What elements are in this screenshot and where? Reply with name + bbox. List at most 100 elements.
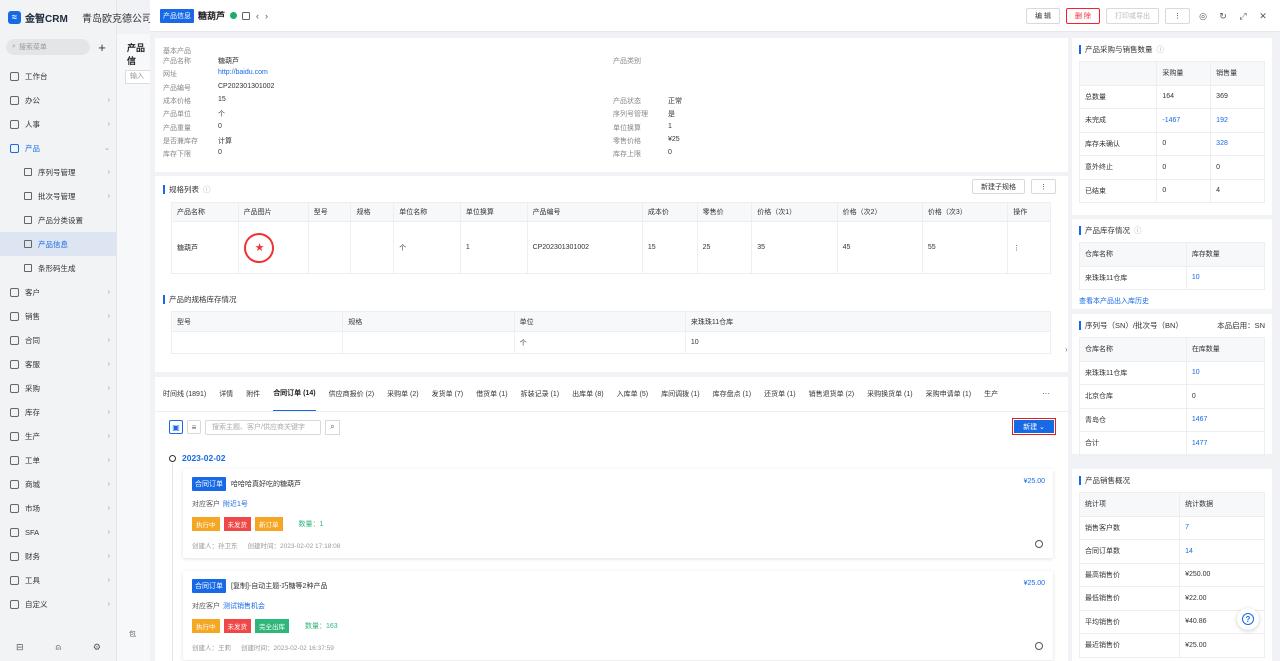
sales-overview-title: 产品销售概况: [1079, 475, 1265, 486]
sidebar-item[interactable]: 条形码生成: [0, 256, 116, 280]
tabs-more-icon[interactable]: ⋯: [1042, 389, 1050, 398]
bg-checkbox-label[interactable]: 包: [129, 629, 136, 639]
tab-15[interactable]: 采购换货单 (1): [867, 377, 913, 411]
settings-icon[interactable]: ⚙: [93, 642, 101, 653]
sidebar-item[interactable]: 采购 ›: [0, 376, 116, 400]
collapse-panel-icon[interactable]: ›: [1065, 345, 1072, 365]
sidebar-item[interactable]: 客服 ›: [0, 352, 116, 376]
sidebar-item[interactable]: 产品分类设置: [0, 208, 116, 232]
sidebar-item[interactable]: 销售 ›: [0, 304, 116, 328]
fullscreen-icon[interactable]: ⤢: [1236, 9, 1250, 23]
tab-12[interactable]: 库存盘点 (1): [713, 377, 752, 411]
menu-item-icon: [10, 455, 19, 465]
sidebar-item[interactable]: 序列号管理 ›: [0, 160, 116, 184]
sidebar-item-label: 商城: [25, 479, 40, 489]
bg-input[interactable]: 输入: [125, 70, 151, 84]
settings-icon[interactable]: ◎: [1196, 9, 1210, 23]
qrcode-icon[interactable]: [242, 11, 251, 20]
order-title[interactable]: 哈哈哈真好吃的糖葫芦: [231, 479, 301, 489]
sidebar-item[interactable]: 工具 ›: [0, 568, 116, 592]
tab-10[interactable]: 入库单 (5): [617, 377, 649, 411]
search-icon[interactable]: ⌕: [325, 419, 340, 435]
comment-icon[interactable]: [1035, 540, 1043, 548]
close-icon[interactable]: ✕: [1256, 9, 1270, 23]
sidebar-item[interactable]: 产品 ⌄: [0, 136, 116, 160]
order-card[interactable]: 合同订单 哈哈哈真好吃的糖葫芦 ¥25.00 对应客户 附近1号 执行中 未发货 新订单 数量：…: [183, 469, 1053, 558]
table-cell[interactable]: 14: [1179, 539, 1265, 564]
menu-search-input[interactable]: ⌕ 搜索菜单: [6, 39, 90, 55]
refresh-icon[interactable]: ↻: [1216, 9, 1230, 23]
sidebar-item[interactable]: SFA ›: [0, 520, 116, 544]
sidebar-item[interactable]: 库存 ›: [0, 400, 116, 424]
basic-field: 产品状态 正常: [613, 96, 682, 109]
prev-next-arrows[interactable]: ‹›: [256, 11, 274, 21]
table-cell: 已结束: [1078, 178, 1158, 203]
new-order-button[interactable]: 新建 ⌄: [1012, 418, 1056, 435]
table-row[interactable]: 糖葫芦 个1CP2023013010021525354555⋮: [171, 221, 1051, 274]
sidebar-item[interactable]: 工作台: [0, 64, 116, 88]
tab-17[interactable]: 生产: [984, 377, 998, 411]
order-card[interactable]: 合同订单 [复制]-自动主题-巧糖等2种产品 ¥25.00 对应客户 测试销售机会 执行中…: [183, 571, 1053, 660]
table-cell[interactable]: ⋮: [1007, 221, 1051, 274]
table-cell[interactable]: 7: [1179, 515, 1265, 540]
tab-13[interactable]: 还货单 (1): [764, 377, 796, 411]
menu-item-icon: [10, 599, 19, 609]
field-label: 产品类别: [613, 58, 641, 65]
tab-3[interactable]: 合同订单 (14): [273, 377, 316, 411]
keyword-search-input[interactable]: 搜索主题、客户/供应商关键字: [205, 419, 321, 435]
tab-2[interactable]: 附件: [246, 377, 260, 411]
table-cell[interactable]: 192: [1210, 108, 1265, 133]
field-value[interactable]: http://baidu.com: [218, 69, 268, 82]
edit-button[interactable]: 编 辑: [1026, 8, 1061, 24]
tab-7[interactable]: 借货单 (1): [476, 377, 508, 411]
sidebar-item[interactable]: 商城 ›: [0, 472, 116, 496]
purchase-sales-table: 采购量 销售量 总数量 164 369 未完成 -1467 192 库存未确认 0 328 意外终止 0…: [1078, 61, 1265, 203]
tab-0[interactable]: 时间线 (1891): [163, 377, 206, 411]
chevron-right-icon: ›: [107, 312, 110, 320]
tab-9[interactable]: 出库单 (8): [572, 377, 604, 411]
customer-link[interactable]: 测试销售机会: [223, 603, 265, 610]
notice-icon[interactable]: ⍝: [56, 642, 61, 653]
table-cell[interactable]: 328: [1210, 131, 1265, 156]
more-button[interactable]: ⋮: [1165, 8, 1190, 24]
sidebar-item[interactable]: 生产 ›: [0, 424, 116, 448]
comment-icon[interactable]: [1035, 642, 1043, 650]
tab-11[interactable]: 库间调拨 (1): [661, 377, 700, 411]
sidebar-item[interactable]: 工单 ›: [0, 448, 116, 472]
tab-1[interactable]: 详情: [219, 377, 233, 411]
tab-4[interactable]: 供应商报价 (2): [329, 377, 375, 411]
order-title[interactable]: [复制]-自动主题-巧糖等2种产品: [231, 581, 327, 591]
table-cell[interactable]: 1477: [1185, 431, 1266, 456]
sidebar-item[interactable]: 办公 ›: [0, 88, 116, 112]
tab-8[interactable]: 拆装记录 (1): [521, 377, 560, 411]
spec-more-button[interactable]: ⋮: [1031, 179, 1056, 194]
customer-link[interactable]: 附近1号: [223, 501, 248, 508]
sidebar-item[interactable]: 自定义 ›: [0, 592, 116, 616]
add-icon[interactable]: +: [94, 39, 110, 55]
tab-16[interactable]: 采购申请单 (1): [926, 377, 972, 411]
tab-5[interactable]: 采购单 (2): [387, 377, 419, 411]
stock-history-link[interactable]: 查看本产品出入库历史: [1079, 296, 1265, 306]
tab-6[interactable]: 发货单 (7): [432, 377, 464, 411]
sidebar-item[interactable]: 市场 ›: [0, 496, 116, 520]
new-sub-spec-button[interactable]: 新建子规格: [972, 179, 1025, 194]
sidebar-item[interactable]: 合同 ›: [0, 328, 116, 352]
sidebar-item[interactable]: 批次号管理 ›: [0, 184, 116, 208]
table-header-row: 统计项 统计数据: [1078, 492, 1265, 517]
table-cell[interactable]: 1467: [1185, 407, 1266, 432]
tab-14[interactable]: 销售退货单 (2): [809, 377, 855, 411]
table-cell[interactable]: -1467: [1156, 108, 1212, 133]
list-view-icon[interactable]: ≡: [187, 420, 201, 434]
table-cell[interactable]: 10: [1185, 360, 1266, 385]
sidebar-item-label: 销售: [25, 311, 40, 321]
sidebar-item[interactable]: 财务 ›: [0, 544, 116, 568]
delete-button[interactable]: 删 除: [1066, 8, 1100, 24]
sidebar-item[interactable]: 产品信息: [0, 232, 116, 256]
sidebar-item[interactable]: 人事 ›: [0, 112, 116, 136]
table-cell[interactable]: 10: [1185, 265, 1266, 290]
sidebar-item[interactable]: 客户 ›: [0, 280, 116, 304]
collapse-icon[interactable]: ⊟: [16, 642, 24, 653]
card-view-icon[interactable]: ▣: [169, 420, 183, 434]
help-button[interactable]: ?: [1237, 608, 1259, 630]
print-export-button[interactable]: 打印或导出: [1106, 8, 1159, 24]
